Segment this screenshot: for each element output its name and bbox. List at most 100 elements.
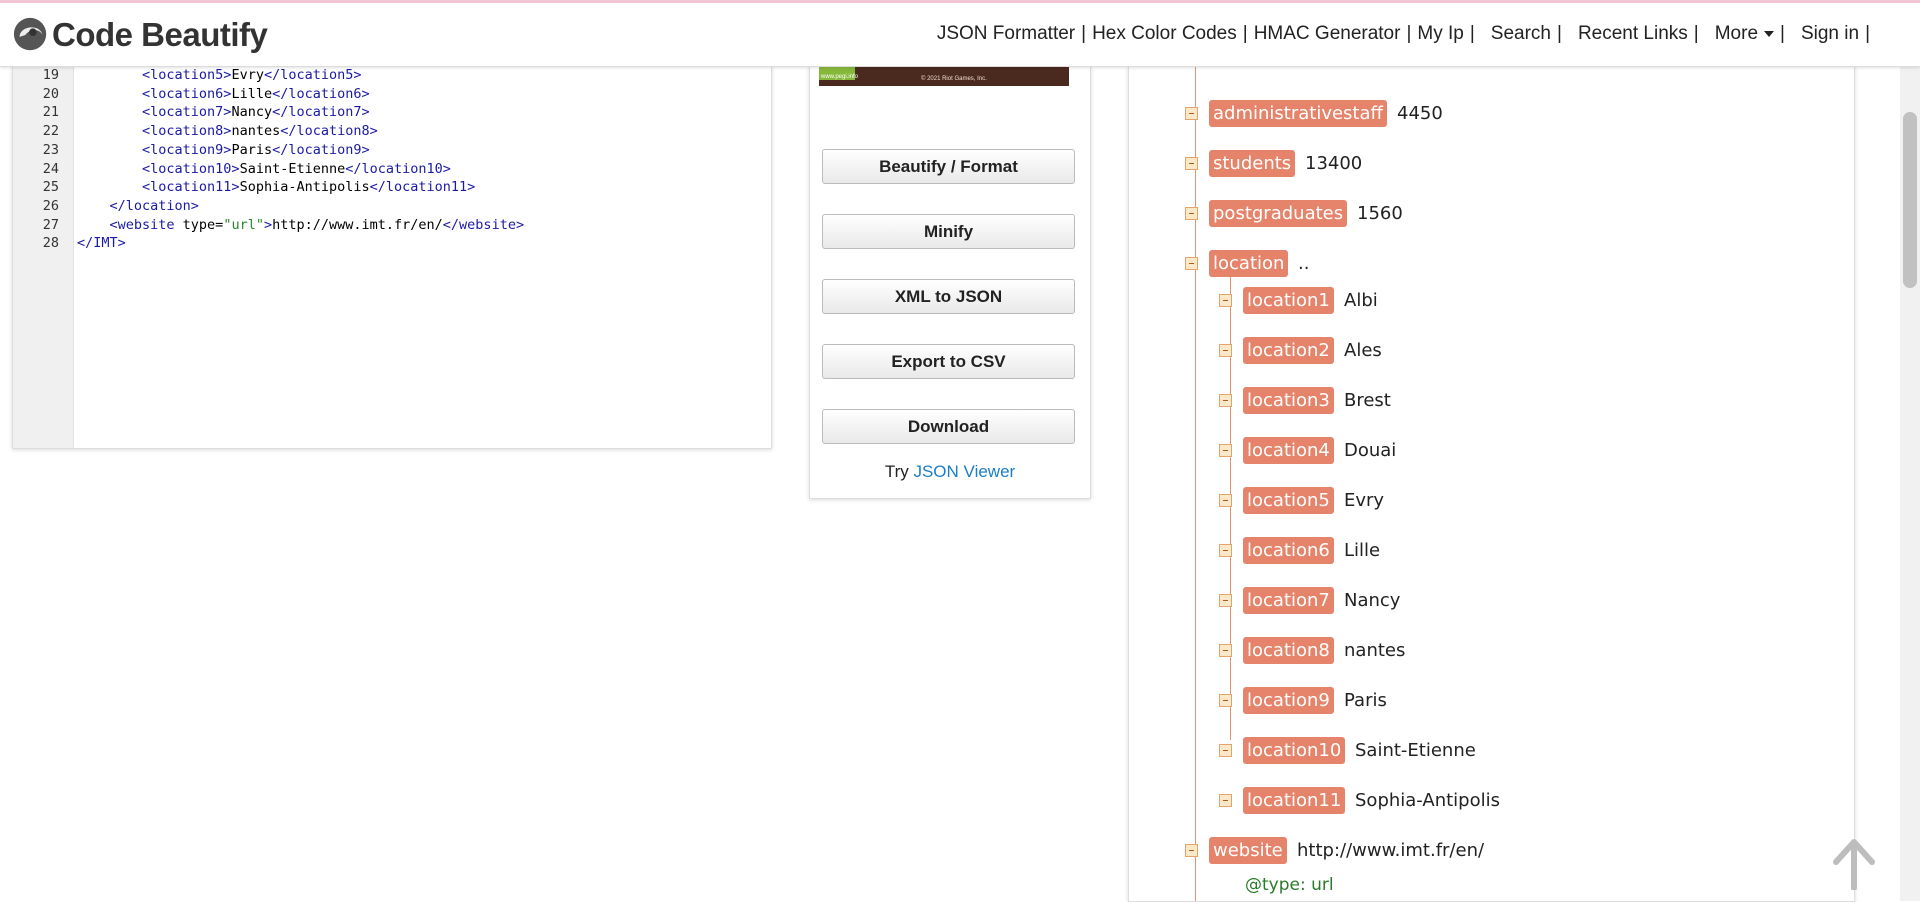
tree-node-key: location9 <box>1243 687 1334 714</box>
tree-node-key: location5 <box>1243 487 1334 514</box>
xml-input-editor[interactable]: 19 20 21 22 23 24 25 26 27 28 <location5>Evry</lo… <box>12 66 772 449</box>
nav-my-ip[interactable]: My Ip <box>1417 23 1463 45</box>
nav-recent-links[interactable]: Recent Links <box>1578 23 1688 45</box>
page-scrollbar[interactable] <box>1900 66 1920 901</box>
tree-node-key: students <box>1209 150 1296 177</box>
collapse-toggle-icon[interactable] <box>1219 494 1232 507</box>
collapse-toggle-icon[interactable] <box>1219 744 1232 757</box>
collapse-toggle-icon[interactable] <box>1219 544 1232 557</box>
attribute-value: url <box>1305 875 1334 895</box>
ad-small-text: www.pegi.info <box>821 74 859 80</box>
nav-json-formatter[interactable]: JSON Formatter <box>937 23 1075 45</box>
collapse-toggle-icon[interactable] <box>1219 444 1232 457</box>
tree-node-value: Brest <box>1344 390 1391 411</box>
tree-node-value: 13400 <box>1305 153 1363 174</box>
tree-node-key: postgraduates <box>1209 200 1348 227</box>
beautify-format-button[interactable]: Beautify / Format <box>822 149 1075 184</box>
advertisement-banner[interactable]: www.pegi.info © 2021 Riot Games, Inc. <box>819 66 1069 86</box>
tree-node-value: Albi <box>1344 290 1378 311</box>
code-line: <location9>Paris</location9> <box>142 141 370 158</box>
tree-node-key: location6 <box>1243 537 1334 564</box>
tree-node-value: .. <box>1298 253 1310 274</box>
collapse-toggle-icon[interactable] <box>1219 794 1232 807</box>
action-panel: www.pegi.info © 2021 Riot Games, Inc. Be… <box>809 66 1091 499</box>
line-number: 28 <box>42 235 59 252</box>
attribute-row: @type: url <box>1245 873 1334 897</box>
tree-node-key: website <box>1209 837 1287 864</box>
scroll-to-top-icon[interactable] <box>1832 838 1876 890</box>
tree-node-key: location4 <box>1243 437 1334 464</box>
try-prefix: Try <box>884 462 909 481</box>
tree-node-value: Sophia-Antipolis <box>1355 790 1501 811</box>
ad-copyright: © 2021 Riot Games, Inc. <box>921 76 987 82</box>
code-line: <website type="url">http://www.imt.fr/en… <box>109 216 525 233</box>
tree-node-value: Douai <box>1344 440 1397 461</box>
code-line: <location8>nantes</location8> <box>142 123 378 140</box>
line-number: 26 <box>42 197 59 214</box>
attribute-name: @type: <box>1245 875 1306 895</box>
line-number: 23 <box>42 141 59 158</box>
tree-node-key: location1 <box>1243 287 1334 314</box>
tree-guide-line <box>1195 66 1196 901</box>
tree-node-key: administrativestaff <box>1209 100 1387 127</box>
tree-node-value: Nancy <box>1344 590 1401 611</box>
nav-sign-in[interactable]: Sign in <box>1801 23 1859 45</box>
line-number: 27 <box>42 216 59 233</box>
tree-node-value: Paris <box>1344 690 1387 711</box>
xml-tree-view: administrativestaff 4450 students 13400 post… <box>1128 66 1855 902</box>
minify-button[interactable]: Minify <box>822 214 1075 249</box>
nav-more[interactable]: More <box>1714 23 1775 45</box>
nav-search[interactable]: Search <box>1491 23 1551 45</box>
tree-node-value: Ales <box>1344 340 1382 361</box>
collapse-toggle-icon[interactable] <box>1185 107 1198 120</box>
code-line: <location6>Lille</location6> <box>142 85 370 102</box>
collapse-toggle-icon[interactable] <box>1185 157 1198 170</box>
collapse-toggle-icon[interactable] <box>1219 594 1232 607</box>
tree-node-key: location <box>1209 250 1289 277</box>
tree-node-key: location11 <box>1243 787 1346 814</box>
tree-node-key: location7 <box>1243 587 1334 614</box>
logo[interactable]: Code Beautify <box>12 13 268 57</box>
export-to-csv-button[interactable]: Export to CSV <box>822 344 1075 379</box>
collapse-toggle-icon[interactable] <box>1219 644 1232 657</box>
collapse-toggle-icon[interactable] <box>1185 257 1198 270</box>
line-number: 24 <box>42 160 59 177</box>
collapse-toggle-icon[interactable] <box>1219 394 1232 407</box>
caret-down-icon <box>1764 30 1775 37</box>
line-number: 22 <box>42 123 59 140</box>
tree-node-key: location3 <box>1243 387 1334 414</box>
tree-node-value: Evry <box>1344 490 1385 511</box>
line-number: 21 <box>42 104 59 121</box>
code-line: <location5>Evry</location5> <box>142 67 362 83</box>
brain-logo-icon <box>13 17 47 51</box>
tree-node-value: 4450 <box>1397 103 1443 124</box>
tree-node-value: nantes <box>1344 640 1406 661</box>
tree-node-value: Saint-Etienne <box>1355 740 1476 761</box>
tree-node-value: Lille <box>1344 540 1381 561</box>
top-nav: JSON Formatter | Hex Color Codes | HMAC Ge… <box>936 23 1870 45</box>
code-line: </location> <box>109 197 199 214</box>
nav-hmac-generator[interactable]: HMAC Generator <box>1254 23 1401 45</box>
xml-to-json-button[interactable]: XML to JSON <box>822 279 1075 314</box>
collapse-toggle-icon[interactable] <box>1185 207 1198 220</box>
nav-more-label: More <box>1714 23 1759 44</box>
tree-node-key: location2 <box>1243 337 1334 364</box>
line-number: 19 <box>42 67 59 83</box>
tree-node-key: location10 <box>1243 737 1346 764</box>
collapse-toggle-icon[interactable] <box>1185 844 1198 857</box>
tree-node-value: http://www.imt.fr/en/ <box>1297 840 1485 861</box>
code-line: </IMT> <box>77 235 126 252</box>
collapse-toggle-icon[interactable] <box>1219 294 1232 307</box>
collapse-toggle-icon[interactable] <box>1219 344 1232 357</box>
tree-node-value: 1560 <box>1357 203 1403 224</box>
brand-name: Code Beautify <box>52 16 268 53</box>
code-line: <location10>Saint-Etienne</location10> <box>142 160 451 177</box>
code-line: <location7>Nancy</location7> <box>142 104 370 121</box>
nav-hex-color-codes[interactable]: Hex Color Codes <box>1092 23 1237 45</box>
scrollbar-thumb[interactable] <box>1903 112 1917 288</box>
line-number: 20 <box>42 85 59 102</box>
download-button[interactable]: Download <box>822 409 1075 444</box>
site-header: Code Beautify JSON Formatter | Hex Color … <box>0 3 1920 67</box>
json-viewer-link[interactable]: JSON Viewer <box>913 462 1015 481</box>
collapse-toggle-icon[interactable] <box>1219 694 1232 707</box>
